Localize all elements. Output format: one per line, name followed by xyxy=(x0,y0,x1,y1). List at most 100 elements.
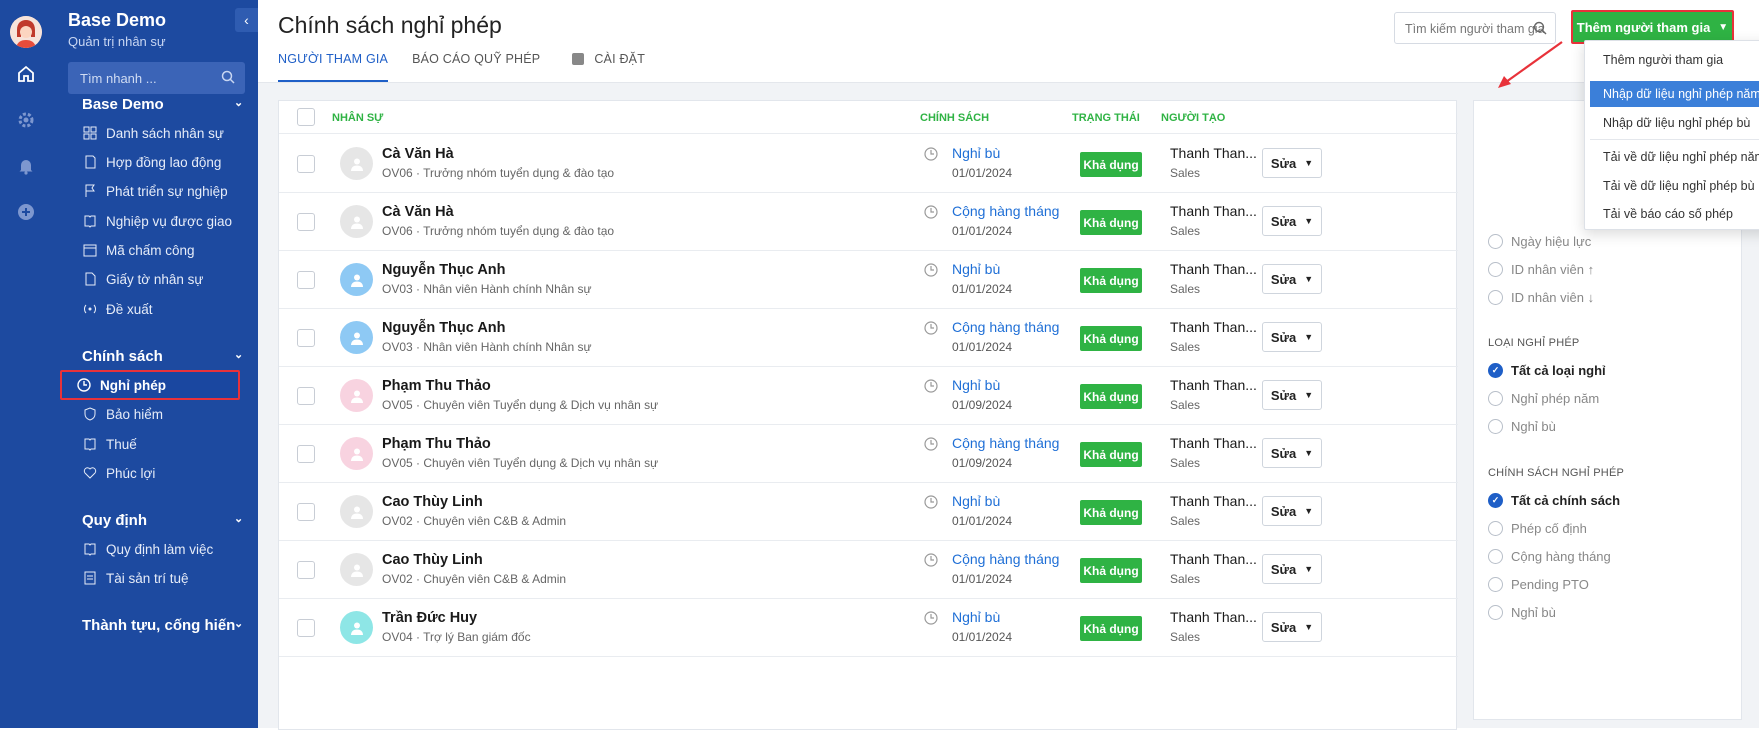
menu-item-import-annual-leave[interactable]: Nhập dữ liệu nghỉ phép năm xyxy=(1590,81,1759,107)
sidebar-item-benefits[interactable]: Phúc lợi xyxy=(68,458,245,488)
edit-label: Sửa xyxy=(1270,213,1297,229)
sidebar-item-career[interactable]: Phát triển sự nghiệp xyxy=(68,176,245,206)
leave-policy-option[interactable]: Pending PTO xyxy=(1488,577,1589,592)
employee-name[interactable]: Trần Đức Huy xyxy=(382,610,477,626)
sidebar-item-work-rules[interactable]: Quy định làm việc xyxy=(68,534,245,564)
sidebar-item-employee-list[interactable]: Danh sách nhân sự xyxy=(68,118,245,148)
leave-policy-option[interactable]: Nghỉ bù xyxy=(1488,605,1556,620)
edit-button[interactable]: Sửa ▼ xyxy=(1262,380,1322,410)
user-avatar[interactable] xyxy=(10,16,42,48)
tab-participants[interactable]: NGƯỜI THAM GIA xyxy=(278,52,389,82)
select-all-checkbox[interactable] xyxy=(297,108,315,126)
leave-type-option[interactable]: Nghỉ bù xyxy=(1488,419,1556,434)
sidebar-item-proposals[interactable]: Đề xuất xyxy=(68,294,245,324)
employee-name[interactable]: Nguyễn Thục Anh xyxy=(382,262,506,278)
sidebar-item-tasks[interactable]: Nghiệp vụ được giao xyxy=(68,206,245,236)
tab-leave-report[interactable]: BÁO CÁO QUỸ PHÉP xyxy=(412,52,540,82)
edit-button[interactable]: Sửa ▼ xyxy=(1262,206,1322,236)
edit-button[interactable]: Sửa ▼ xyxy=(1262,612,1322,642)
policy-name[interactable]: Cộng hàng tháng xyxy=(952,203,1059,219)
leave-policy-option[interactable]: Cộng hàng tháng xyxy=(1488,549,1611,564)
menu-item-download-comp-leave[interactable]: Tải về dữ liệu nghỉ phép bù xyxy=(1590,173,1759,199)
menu-item-download-annual-leave[interactable]: Tải về dữ liệu nghỉ phép năm xyxy=(1590,144,1759,170)
section-policies[interactable]: Chính sách ⌄ xyxy=(82,348,243,365)
row-checkbox[interactable] xyxy=(297,445,315,463)
quick-search-input[interactable]: Tìm nhanh ... xyxy=(68,62,245,94)
sort-option[interactable]: ID nhân viên ↑ xyxy=(1488,262,1594,277)
employee-name[interactable]: Phạm Thu Thảo xyxy=(382,436,491,452)
row-checkbox[interactable] xyxy=(297,503,315,521)
leave-type-option[interactable]: ✓ Tất cả loại nghỉ xyxy=(1488,363,1606,378)
table-row[interactable]: Phạm Thu Thảo OV05 · Chuyên viên Tuyển d… xyxy=(279,367,1458,425)
table-row[interactable]: Nguyễn Thục Anh OV03 · Nhân viên Hành ch… xyxy=(279,309,1458,367)
edit-label: Sửa xyxy=(1270,155,1297,171)
creator-name: Thanh Than... xyxy=(1170,377,1257,393)
policy-name[interactable]: Nghỉ bù xyxy=(952,261,1000,277)
sidebar-item-leave[interactable]: Nghỉ phép xyxy=(60,370,240,400)
menu-item-download-leave-report[interactable]: Tải về báo cáo số phép xyxy=(1590,201,1759,227)
edit-button[interactable]: Sửa ▼ xyxy=(1262,496,1322,526)
row-checkbox[interactable] xyxy=(297,561,315,579)
app-subtitle: Quản trị nhân sự xyxy=(68,34,166,49)
sidebar-item-timekeeping[interactable]: Mã chấm công xyxy=(68,235,245,265)
menu-item-add-participant[interactable]: Thêm người tham gia xyxy=(1590,47,1759,73)
sidebar-item-documents[interactable]: Giấy tờ nhân sự xyxy=(68,264,245,294)
table-row[interactable]: Nguyễn Thục Anh OV03 · Nhân viên Hành ch… xyxy=(279,251,1458,309)
leave-type-option[interactable]: Nghỉ phép năm xyxy=(1488,391,1599,406)
menu-item-import-comp-leave[interactable]: Nhập dữ liệu nghỉ phép bù xyxy=(1590,110,1759,136)
policy-name[interactable]: Cộng hàng tháng xyxy=(952,551,1059,567)
row-checkbox[interactable] xyxy=(297,213,315,231)
table-row[interactable]: Phạm Thu Thảo OV05 · Chuyên viên Tuyển d… xyxy=(279,425,1458,483)
policy-name[interactable]: Nghỉ bù xyxy=(952,145,1000,161)
tab-settings[interactable]: CÀI ĐẶT xyxy=(564,52,645,82)
employee-name[interactable]: Phạm Thu Thảo xyxy=(382,378,491,394)
sidebar-item-ip[interactable]: Tài sản trí tuệ xyxy=(68,563,245,593)
gear-icon[interactable] xyxy=(14,108,38,132)
creator-name: Thanh Than... xyxy=(1170,261,1257,277)
sidebar-item-tax[interactable]: Thuế xyxy=(68,429,245,459)
leave-policy-option[interactable]: Phép cố định xyxy=(1488,521,1587,536)
row-checkbox[interactable] xyxy=(297,271,315,289)
table-row[interactable]: Cà Văn Hà OV06 · Trưởng nhóm tuyển dụng … xyxy=(279,193,1458,251)
leave-policy-option[interactable]: ✓ Tất cả chính sách xyxy=(1488,493,1620,508)
edit-button[interactable]: Sửa ▼ xyxy=(1262,322,1322,352)
employee-name[interactable]: Cà Văn Hà xyxy=(382,146,454,162)
row-checkbox[interactable] xyxy=(297,329,315,347)
sidebar-item-contracts[interactable]: Hợp đồng lao động xyxy=(68,147,245,177)
employee-name[interactable]: Nguyễn Thục Anh xyxy=(382,320,506,336)
add-circle-icon[interactable] xyxy=(14,200,38,224)
clock-icon xyxy=(924,553,938,572)
table-row[interactable]: Cà Văn Hà OV06 · Trưởng nhóm tuyển dụng … xyxy=(279,135,1458,193)
edit-button[interactable]: Sửa ▼ xyxy=(1262,438,1322,468)
policy-name[interactable]: Nghỉ bù xyxy=(952,377,1000,393)
add-participant-button[interactable]: Thêm người tham gia ▼ xyxy=(1571,10,1734,44)
sidebar-item-insurance[interactable]: Bảo hiểm xyxy=(68,399,245,429)
employee-name[interactable]: Cà Văn Hà xyxy=(382,204,454,220)
sort-option[interactable]: Ngày hiệu lực xyxy=(1488,234,1591,249)
chevron-left-icon[interactable]: ‹ xyxy=(235,8,258,32)
policy-name[interactable]: Cộng hàng tháng xyxy=(952,435,1059,451)
avatar xyxy=(340,147,373,180)
edit-button[interactable]: Sửa ▼ xyxy=(1262,148,1322,178)
policy-name[interactable]: Cộng hàng tháng xyxy=(952,319,1059,335)
section-achievements[interactable]: Thành tựu, cống hiến ⌄ xyxy=(82,617,243,634)
home-icon[interactable] xyxy=(14,62,38,86)
row-checkbox[interactable] xyxy=(297,387,315,405)
section-regulations[interactable]: Quy định ⌄ xyxy=(82,512,243,529)
employee-name[interactable]: Cao Thùy Linh xyxy=(382,552,483,568)
employee-name[interactable]: Cao Thùy Linh xyxy=(382,494,483,510)
edit-button[interactable]: Sửa ▼ xyxy=(1262,264,1322,294)
sort-option[interactable]: ID nhân viên ↓ xyxy=(1488,290,1594,305)
row-checkbox[interactable] xyxy=(297,155,315,173)
table-row[interactable]: Cao Thùy Linh OV02 · Chuyên viên C&B & A… xyxy=(279,541,1458,599)
policy-name[interactable]: Nghỉ bù xyxy=(952,609,1000,625)
row-checkbox[interactable] xyxy=(297,619,315,637)
caret-down-icon: ▼ xyxy=(1304,622,1314,632)
bell-icon[interactable] xyxy=(14,154,38,178)
edit-button[interactable]: Sửa ▼ xyxy=(1262,554,1322,584)
table-row[interactable]: Trần Đức Huy OV04 · Trợ lý Ban giám đốc … xyxy=(279,599,1458,657)
policy-name[interactable]: Nghỉ bù xyxy=(952,493,1000,509)
table-row[interactable]: Cao Thùy Linh OV02 · Chuyên viên C&B & A… xyxy=(279,483,1458,541)
section-base-demo[interactable]: Base Demo ⌄ xyxy=(82,96,243,113)
caret-down-icon: ▼ xyxy=(1304,332,1314,342)
